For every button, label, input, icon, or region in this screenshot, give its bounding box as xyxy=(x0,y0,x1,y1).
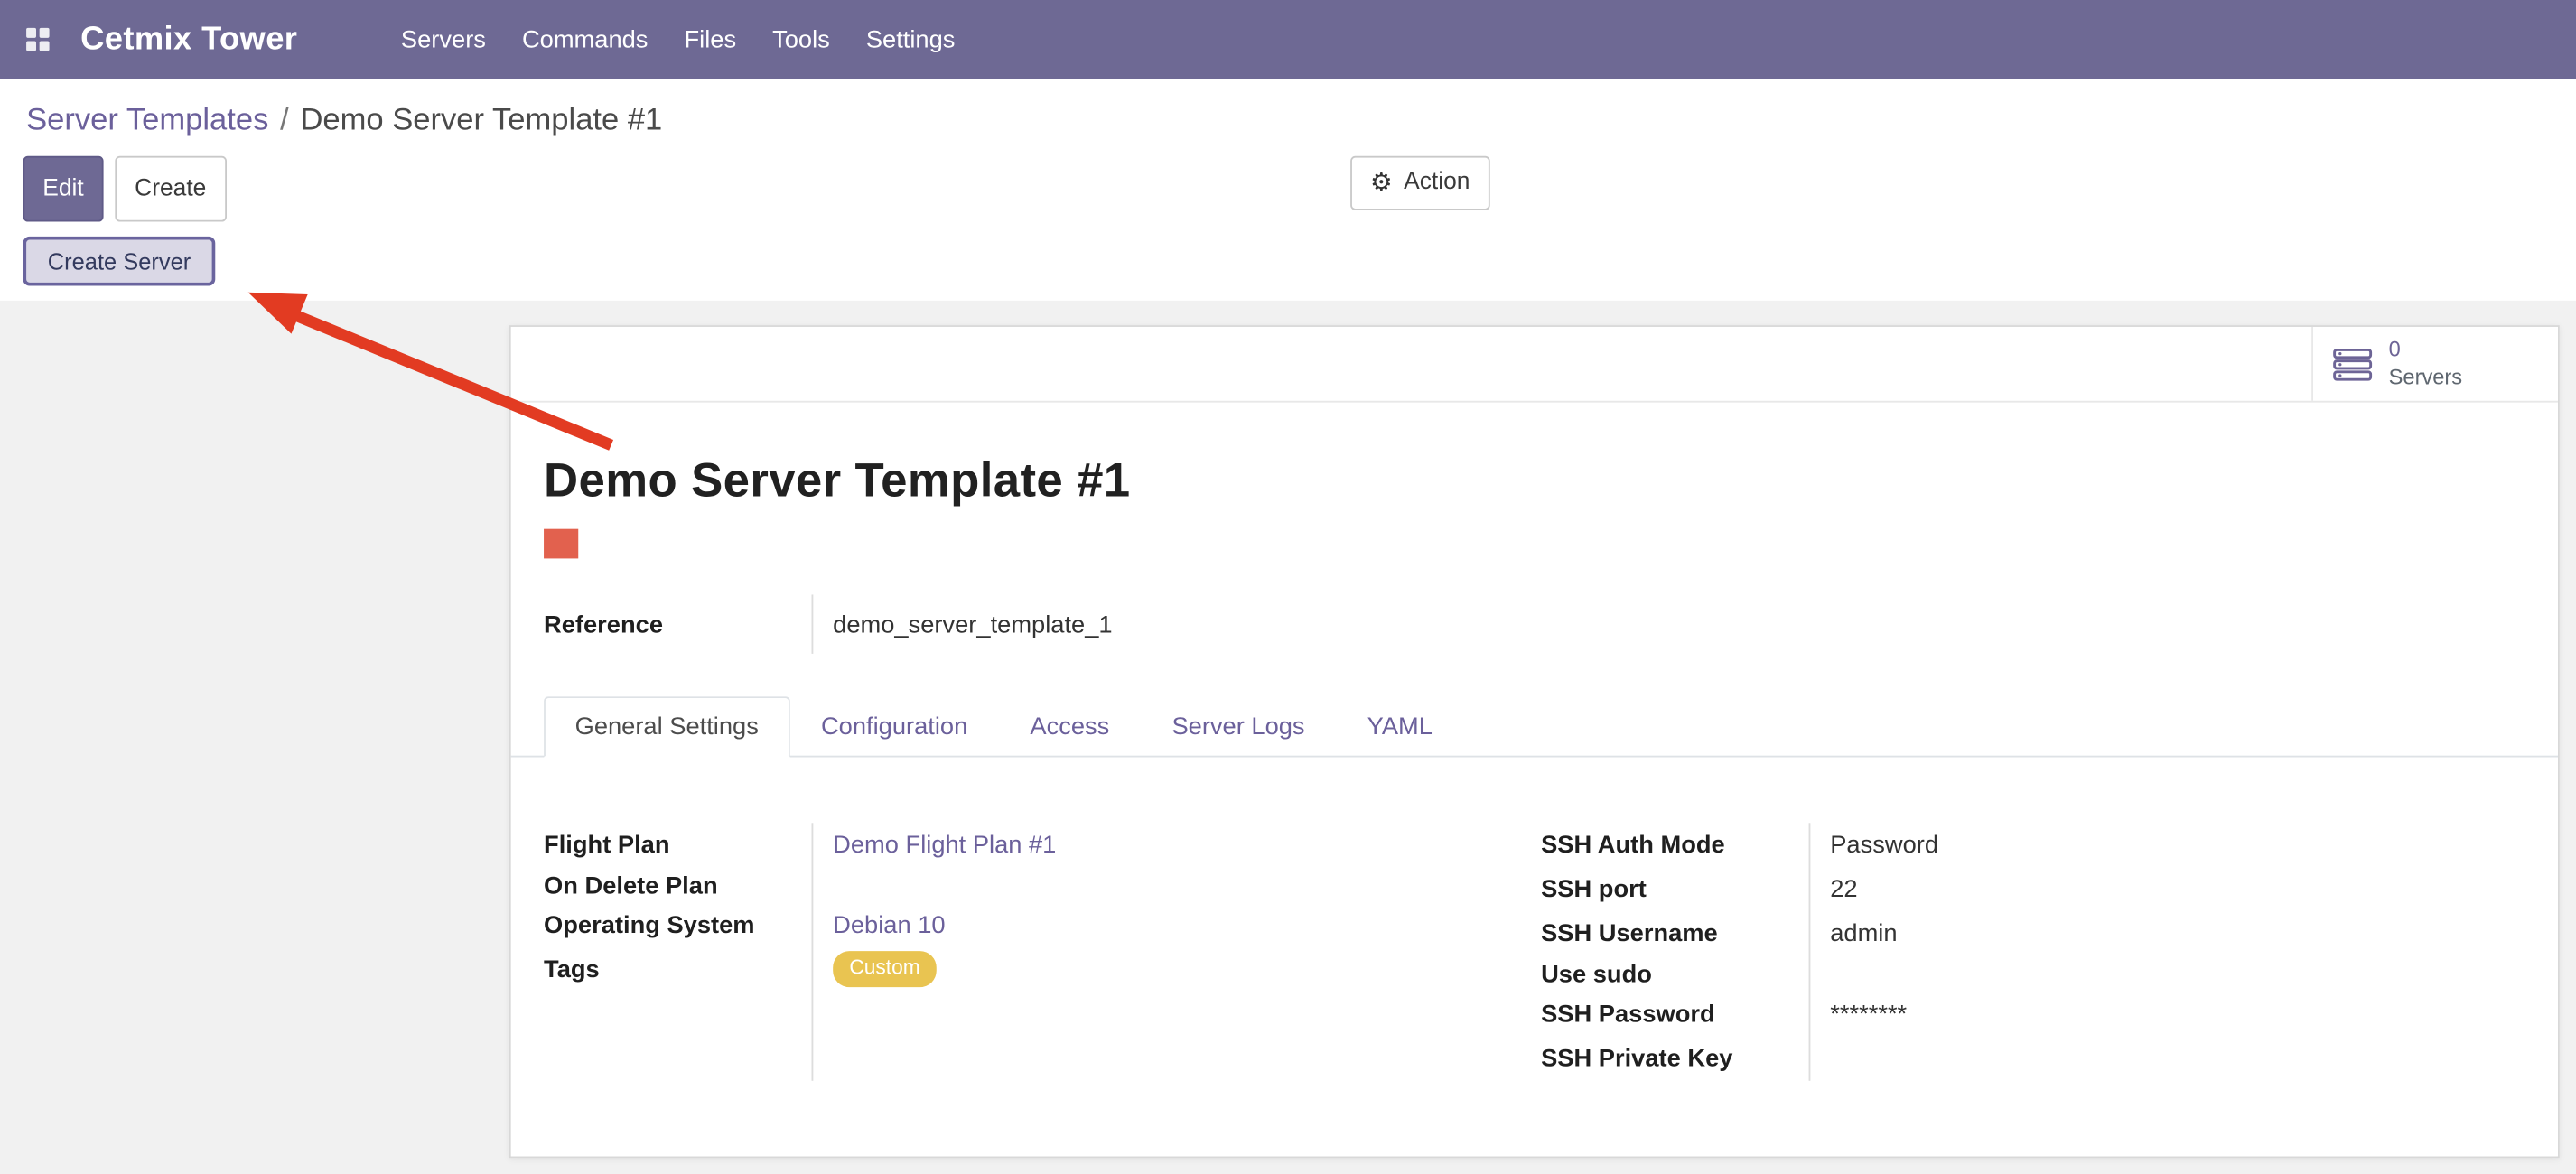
create-button[interactable]: Create xyxy=(115,156,226,222)
servers-stat-button[interactable]: 0 Servers xyxy=(2311,327,2558,401)
field-label: SSH Private Key xyxy=(1541,1045,1808,1073)
flight-plan-link[interactable]: Demo Flight Plan #1 xyxy=(812,831,1057,859)
menu-item-settings[interactable]: Settings xyxy=(848,25,974,53)
breadcrumb-current: Demo Server Template #1 xyxy=(300,104,662,138)
action-menu-label: Action xyxy=(1404,168,1470,199)
servers-icon xyxy=(2333,348,2373,380)
app-brand[interactable]: Cetmix Tower xyxy=(80,21,297,59)
field-operating-system: Operating System Debian 10 xyxy=(544,903,1541,946)
form-sheet: 0 Servers Demo Server Template #1 Refere… xyxy=(509,325,2560,1158)
field-ssh-port: SSH port 22 xyxy=(1541,867,2525,911)
page-title: Demo Server Template #1 xyxy=(544,455,2525,509)
field-reference: Reference demo_server_template_1 xyxy=(544,594,1464,653)
stat-value: 0 xyxy=(2389,337,2462,364)
field-value: demo_server_template_1 xyxy=(813,610,1112,638)
field-value: admin xyxy=(1809,920,1898,948)
top-navbar: Cetmix Tower Servers Commands Files Tool… xyxy=(0,0,2576,79)
tab-general-settings[interactable]: General Settings xyxy=(544,696,789,757)
tags-cell: Custom xyxy=(812,951,937,988)
apps-grid-icon[interactable] xyxy=(26,28,49,51)
field-ssh-password: SSH Password ******** xyxy=(1541,992,2525,1037)
edit-button[interactable]: Edit xyxy=(23,156,103,222)
field-label: Use sudo xyxy=(1541,960,1808,988)
breadcrumb-separator: / xyxy=(268,104,300,138)
menu-item-tools[interactable]: Tools xyxy=(754,25,848,53)
tab-server-logs[interactable]: Server Logs xyxy=(1141,696,1336,757)
menu-item-files[interactable]: Files xyxy=(666,25,754,53)
field-label: SSH Auth Mode xyxy=(1541,831,1808,859)
tab-configuration[interactable]: Configuration xyxy=(789,696,998,757)
left-field-group: Flight Plan Demo Flight Plan #1 On Delet… xyxy=(544,823,1541,1081)
app-window: Cetmix Tower Servers Commands Files Tool… xyxy=(0,0,2576,1174)
field-label: Flight Plan xyxy=(544,831,811,859)
stat-button-box: 0 Servers xyxy=(511,327,2558,403)
tab-yaml[interactable]: YAML xyxy=(1336,696,1463,757)
field-ssh-private-key: SSH Private Key xyxy=(1541,1037,2525,1081)
content-area: 0 Servers Demo Server Template #1 Refere… xyxy=(0,301,2576,1174)
field-label: SSH port xyxy=(1541,875,1808,903)
control-panel: Edit Create ⚙ Action xyxy=(0,140,2576,222)
field-value: ******** xyxy=(1809,1001,1908,1029)
field-ssh-auth-mode: SSH Auth Mode Password xyxy=(1541,823,2525,867)
label-separator xyxy=(812,823,814,1081)
menu-item-servers[interactable]: Servers xyxy=(383,25,504,53)
field-ssh-username: SSH Username admin xyxy=(1541,911,2525,955)
tag-badge: Custom xyxy=(833,951,937,988)
gear-icon: ⚙ xyxy=(1370,171,1392,195)
field-on-delete-plan: On Delete Plan xyxy=(544,867,1541,903)
field-use-sudo: Use sudo xyxy=(1541,956,2525,992)
field-label: Operating System xyxy=(544,911,811,939)
main-menu: Servers Commands Files Tools Settings xyxy=(383,25,974,53)
label-separator xyxy=(1809,823,1811,1081)
color-swatch xyxy=(544,529,578,559)
field-flight-plan: Flight Plan Demo Flight Plan #1 xyxy=(544,823,1541,867)
breadcrumb-parent-link[interactable]: Server Templates xyxy=(26,104,268,138)
field-label: SSH Password xyxy=(1541,1001,1808,1029)
create-server-button[interactable]: Create Server xyxy=(23,237,215,286)
field-tags: Tags Custom xyxy=(544,946,1541,992)
field-label: Tags xyxy=(544,955,811,983)
stat-label: Servers xyxy=(2389,364,2462,391)
field-value: 22 xyxy=(1809,875,1858,903)
field-label: On Delete Plan xyxy=(544,871,811,899)
field-label: SSH Username xyxy=(1541,920,1808,948)
right-field-group: SSH Auth Mode Password SSH port 22 SSH U… xyxy=(1541,823,2525,1081)
notebook-tabs: General Settings Configuration Access Se… xyxy=(511,696,2558,757)
field-value: Password xyxy=(1809,831,1938,859)
action-menu-button[interactable]: ⚙ Action xyxy=(1350,156,1489,210)
breadcrumb: Server Templates/Demo Server Template #1 xyxy=(0,79,2576,139)
menu-item-commands[interactable]: Commands xyxy=(504,25,667,53)
operating-system-link[interactable]: Debian 10 xyxy=(812,911,946,939)
field-label: Reference xyxy=(544,610,811,638)
field-groups: Flight Plan Demo Flight Plan #1 On Delet… xyxy=(511,823,2558,1081)
tab-access[interactable]: Access xyxy=(999,696,1141,757)
header-button-row: Create Server xyxy=(0,222,2576,309)
